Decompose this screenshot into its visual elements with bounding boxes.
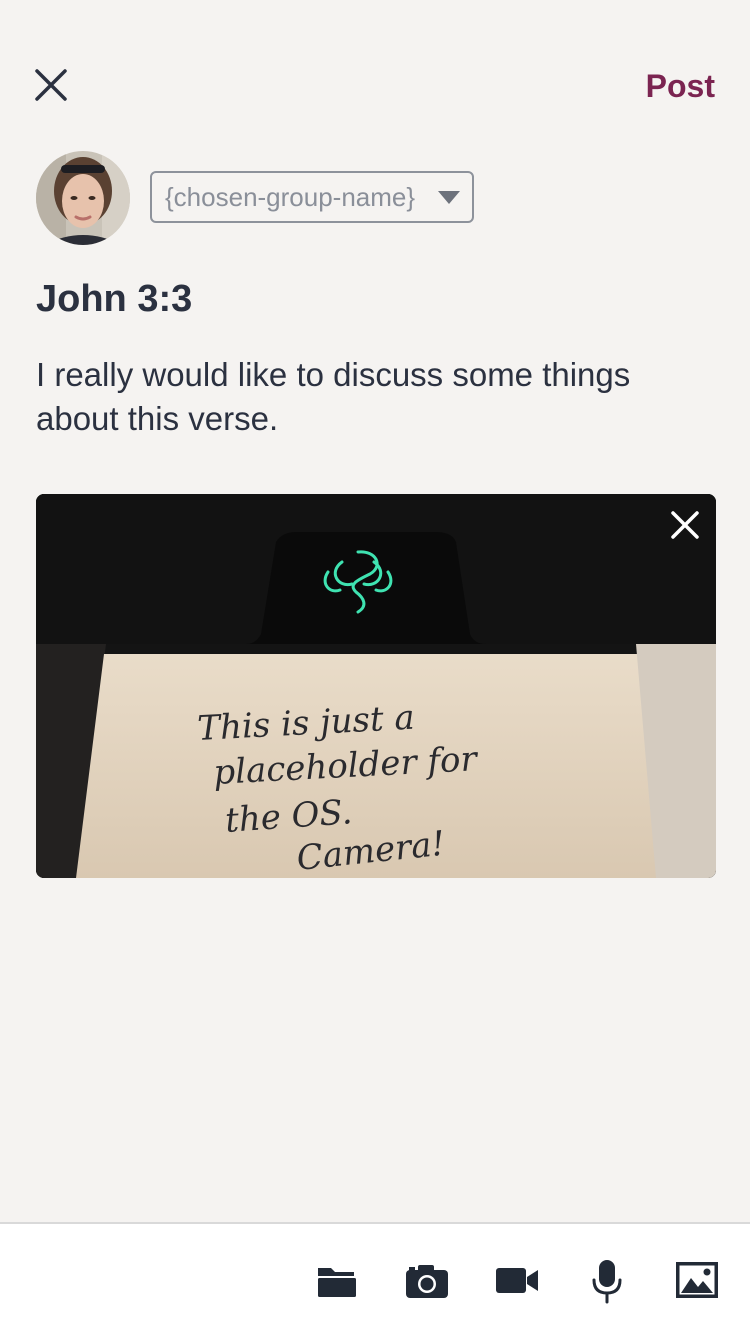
record-video-button[interactable] <box>494 1258 540 1302</box>
caret-down-icon <box>438 190 460 204</box>
remove-attachment-button[interactable] <box>668 508 702 542</box>
close-icon <box>671 511 699 539</box>
attached-photo: This is just a placeholder for the OS. C… <box>36 494 716 878</box>
image-icon <box>676 1262 718 1298</box>
post-title[interactable]: John 3:3 <box>36 276 192 322</box>
attachment-toolbar <box>0 1222 750 1334</box>
video-icon <box>496 1268 538 1293</box>
group-select[interactable]: {chosen-group-name} <box>150 171 474 223</box>
avatar <box>36 151 130 245</box>
post-button[interactable]: Post <box>646 66 715 106</box>
post-body[interactable]: I really would like to discuss some thin… <box>36 353 716 441</box>
close-icon <box>35 69 67 101</box>
microphone-icon <box>592 1260 622 1304</box>
group-select-value: {chosen-group-name} <box>165 181 416 212</box>
folder-icon <box>318 1268 356 1297</box>
record-audio-button[interactable] <box>584 1258 630 1304</box>
attach-file-button[interactable] <box>316 1258 362 1302</box>
camera-icon <box>406 1265 448 1298</box>
attach-image-button[interactable] <box>674 1258 720 1302</box>
take-photo-button[interactable] <box>404 1258 450 1302</box>
close-button[interactable] <box>31 65 71 105</box>
